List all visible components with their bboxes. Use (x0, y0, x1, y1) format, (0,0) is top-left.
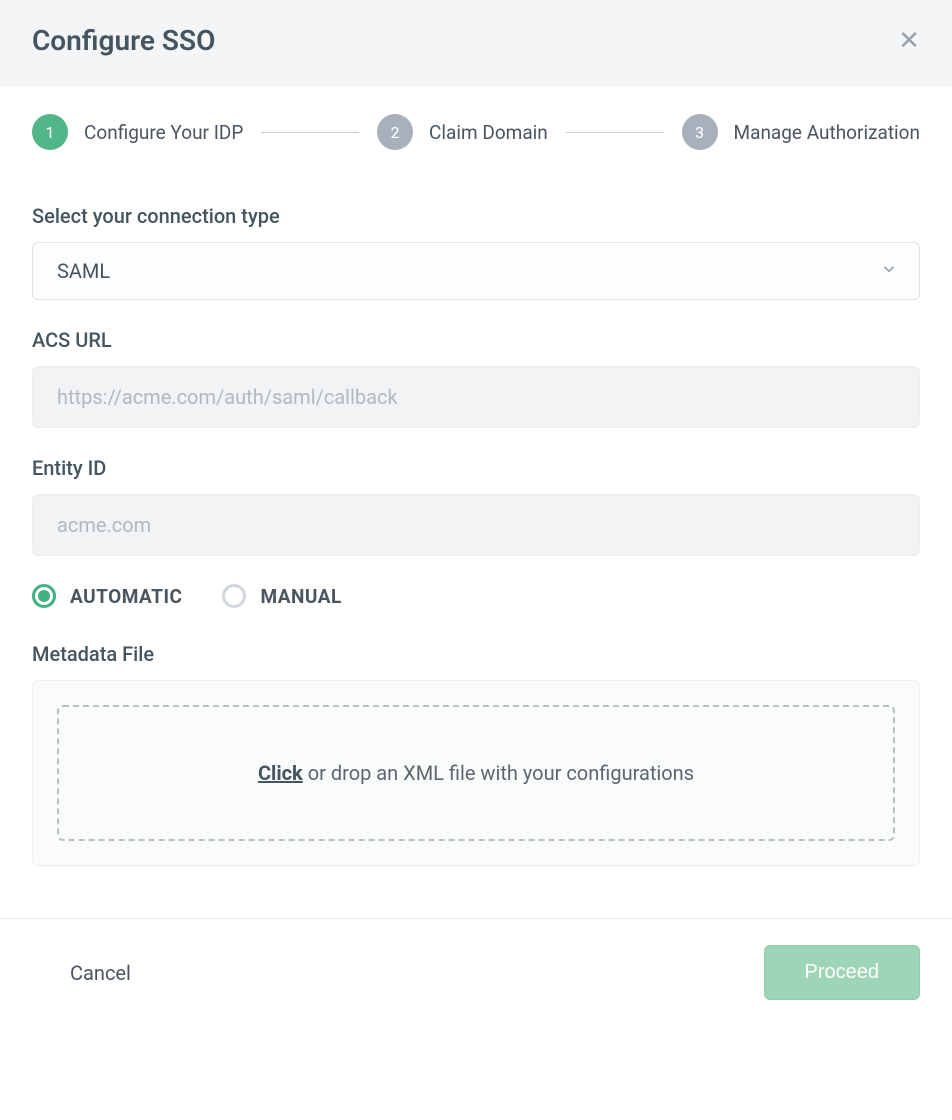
step-claim-domain: 2 Claim Domain (377, 114, 548, 150)
mode-radio-group: AUTOMATIC MANUAL (32, 584, 920, 608)
radio-automatic[interactable]: AUTOMATIC (32, 584, 182, 608)
step-configure-idp: 1 Configure Your IDP (32, 114, 243, 150)
close-icon[interactable]: ✕ (898, 28, 920, 54)
acs-url-input[interactable]: https://acme.com/auth/saml/callback (32, 366, 920, 428)
wizard-steps: 1 Configure Your IDP 2 Claim Domain 3 Ma… (0, 86, 952, 150)
metadata-dropzone-inner[interactable]: Click or drop an XML file with your conf… (57, 705, 895, 841)
step-manage-authorization: 3 Manage Authorization (682, 114, 920, 150)
radio-manual[interactable]: MANUAL (222, 584, 341, 608)
dropzone-text: or drop an XML file with your configurat… (303, 761, 694, 785)
connection-type-label: Select your connection type (32, 204, 920, 228)
step-number-badge: 2 (377, 114, 413, 150)
radio-label: AUTOMATIC (70, 585, 182, 608)
step-number-badge: 3 (682, 114, 718, 150)
step-label: Manage Authorization (734, 121, 920, 144)
dropzone-click-link[interactable]: Click (258, 761, 303, 785)
radio-icon (222, 584, 246, 608)
entity-id-input[interactable]: acme.com (32, 494, 920, 556)
step-connector (566, 132, 664, 133)
proceed-button[interactable]: Proceed (764, 945, 921, 1000)
metadata-dropzone[interactable]: Click or drop an XML file with your conf… (32, 680, 920, 866)
connection-type-value[interactable]: SAML (32, 242, 920, 300)
cancel-button[interactable]: Cancel (32, 961, 131, 985)
entity-id-label: Entity ID (32, 456, 920, 480)
modal-body: Select your connection type SAML ACS URL… (0, 150, 952, 866)
step-label: Claim Domain (429, 121, 548, 144)
connection-type-select[interactable]: SAML (32, 242, 920, 300)
modal-title: Configure SSO (32, 24, 215, 57)
field-acs-url: ACS URL https://acme.com/auth/saml/callb… (32, 328, 920, 428)
modal-header: Configure SSO ✕ (0, 0, 952, 86)
radio-label: MANUAL (260, 585, 341, 608)
field-connection-type: Select your connection type SAML (32, 204, 920, 300)
metadata-file-label: Metadata File (32, 642, 920, 666)
field-entity-id: Entity ID acme.com (32, 456, 920, 556)
modal-footer: Cancel Proceed (0, 918, 952, 1012)
field-metadata-file: Metadata File Click or drop an XML file … (32, 642, 920, 866)
step-connector (261, 132, 359, 133)
step-label: Configure Your IDP (84, 121, 243, 144)
step-number-badge: 1 (32, 114, 68, 150)
acs-url-label: ACS URL (32, 328, 920, 352)
radio-icon (32, 584, 56, 608)
